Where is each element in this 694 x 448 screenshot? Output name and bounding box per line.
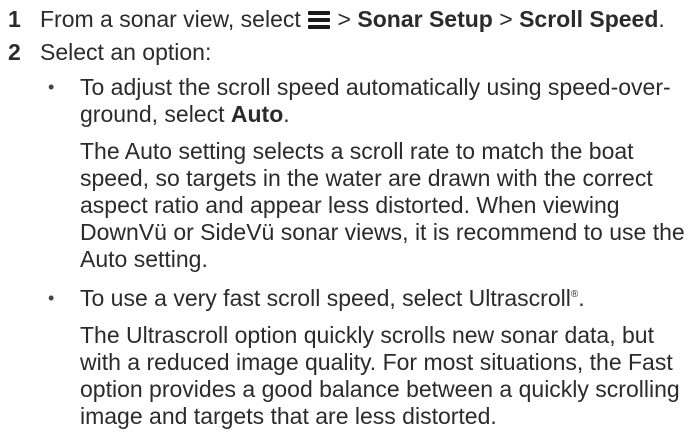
- option-name: Auto: [230, 101, 284, 127]
- step-1: 1 From a sonar view, select > Sonar Setu…: [0, 6, 694, 33]
- step-number: 1: [8, 6, 21, 32]
- instructions-document: 1 From a sonar view, select > Sonar Setu…: [0, 0, 694, 430]
- menu-item-scroll-speed: Scroll Speed: [519, 6, 659, 32]
- option-intro-text: To adjust the scroll speed automatically…: [80, 74, 671, 127]
- step-2: 2 Select an option:: [0, 39, 694, 66]
- option-intro: To use a very fast scroll speed, select …: [80, 285, 694, 312]
- option-description: The Auto setting selects a scroll rate t…: [80, 138, 685, 272]
- option-intro-end: .: [283, 101, 290, 127]
- separator: >: [331, 6, 358, 32]
- step-number: 2: [8, 39, 21, 65]
- bullet-icon: •: [48, 77, 55, 97]
- option-intro-end: .: [578, 285, 585, 311]
- menu-item-sonar-setup: Sonar Setup: [357, 6, 493, 32]
- option-auto: • To adjust the scroll speed automatical…: [40, 74, 694, 273]
- step-text: From a sonar view, select: [40, 6, 301, 32]
- option-intro: To adjust the scroll speed automatically…: [80, 74, 694, 128]
- option-intro-text: To use a very fast scroll speed, select …: [80, 285, 571, 311]
- step-text: Select an option:: [40, 39, 212, 65]
- separator: >: [492, 6, 520, 32]
- step-end: .: [658, 6, 665, 32]
- bullet-icon: •: [48, 288, 55, 308]
- menu-icon: [308, 11, 331, 29]
- option-description: The Ultrascroll option quickly scrolls n…: [80, 322, 680, 429]
- option-ultrascroll: • To use a very fast scroll speed, selec…: [40, 285, 694, 430]
